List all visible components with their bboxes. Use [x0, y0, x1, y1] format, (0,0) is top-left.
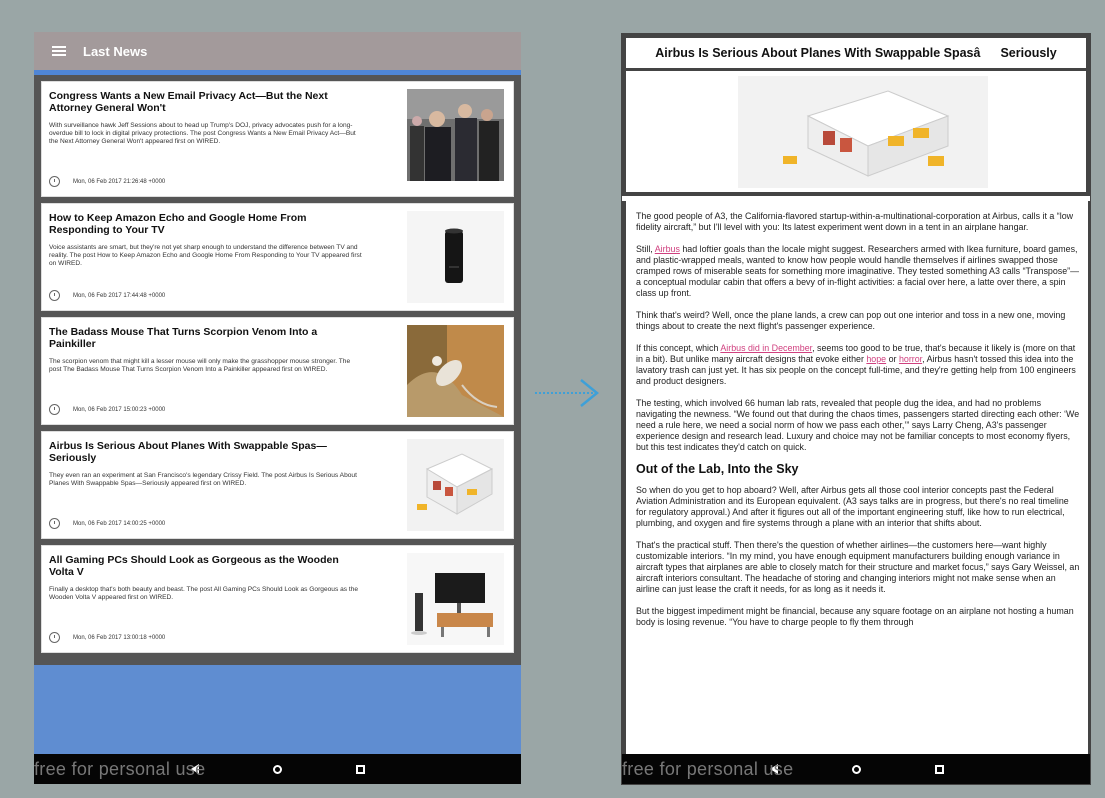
article-link[interactable]: hope: [866, 354, 886, 364]
news-feed[interactable]: Congress Wants a New Email Privacy Act—B…: [34, 70, 521, 665]
article-body[interactable]: The good people of A3, the California-fl…: [622, 201, 1090, 757]
article-paragraph: The testing, which involved 66 human lab…: [636, 398, 1080, 452]
news-card-title: How to Keep Amazon Echo and Google Home …: [49, 212, 307, 236]
news-card-date: Mon, 06 Feb 2017 13:00:18 +0000: [73, 634, 166, 641]
article-link[interactable]: horror: [899, 354, 922, 364]
transition-arrow-icon: [535, 379, 599, 407]
article-header: Airbus Is Serious About Planes With Swap…: [622, 34, 1090, 71]
news-card-thumbnail: [407, 89, 504, 181]
article-subheading: Out of the Lab, Into the Sky: [636, 462, 799, 476]
article-paragraph: The good people of A3, the California-fl…: [636, 211, 1074, 232]
news-card[interactable]: How to Keep Amazon Echo and Google Home …: [41, 203, 514, 311]
news-card-thumbnail: [407, 439, 504, 531]
article-hero: [622, 71, 1090, 196]
clock-icon: [49, 290, 60, 301]
news-card-description: With surveillance hawk Jeff Sessions abo…: [49, 122, 356, 145]
news-card-description: Finally a desktop that's both beauty and…: [49, 586, 359, 601]
news-card-title: The Badass Mouse That Turns Scorpion Ven…: [49, 326, 318, 350]
app-title: Last News: [83, 43, 148, 59]
article-link[interactable]: Airbus: [655, 244, 680, 254]
article-link[interactable]: Airbus did in December: [720, 343, 812, 353]
clock-icon: [49, 176, 60, 187]
recent-apps-icon[interactable]: [355, 764, 365, 774]
news-card-thumbnail: [407, 211, 504, 303]
news-card[interactable]: The Badass Mouse That Turns Scorpion Ven…: [41, 317, 514, 425]
news-card[interactable]: Congress Wants a New Email Privacy Act—B…: [41, 81, 514, 197]
news-card-title: All Gaming PCs Should Look as Gorgeous a…: [49, 554, 339, 578]
news-card-description: The scorpion venom that might kill a les…: [49, 358, 351, 373]
clock-icon: [49, 518, 60, 529]
news-card-date: Mon, 06 Feb 2017 15:00:23 +0000: [73, 406, 166, 413]
hamburger-menu-icon[interactable]: [52, 46, 66, 56]
news-card-title: Airbus Is Serious About Planes With Swap…: [49, 440, 327, 464]
news-card-date: Mon, 06 Feb 2017 17:44:48 +0000: [73, 292, 166, 299]
article-paragraph: Think that's weird? Well, once the plane…: [636, 310, 1066, 331]
article-paragraph: So when do you get to hop aboard? Well, …: [636, 485, 1069, 528]
news-card-meta: Mon, 06 Feb 2017 14:00:25 +0000: [49, 518, 165, 529]
news-card-description: They even ran an experiment at San Franc…: [49, 472, 357, 487]
news-card-title: Congress Wants a New Email Privacy Act—B…: [49, 90, 328, 114]
news-card-date: Mon, 06 Feb 2017 14:00:25 +0000: [73, 520, 166, 527]
article-paragraph: Still, Airbus had loftier goals than the…: [636, 244, 1079, 298]
news-card[interactable]: All Gaming PCs Should Look as Gorgeous a…: [41, 545, 514, 653]
news-card[interactable]: Airbus Is Serious About Planes With Swap…: [41, 431, 514, 539]
news-card-date: Mon, 06 Feb 2017 21:26:48 +0000: [73, 178, 166, 185]
news-card-thumbnail: [407, 325, 504, 417]
news-card-meta: Mon, 06 Feb 2017 17:44:48 +0000: [49, 290, 165, 301]
system-nav-bar: free for personal use: [34, 754, 521, 784]
news-card-meta: Mon, 06 Feb 2017 13:00:18 +0000: [49, 632, 165, 643]
news-card-thumbnail: [407, 553, 504, 645]
news-card-description: Voice assistants are smart, but they're …: [49, 244, 362, 267]
home-icon[interactable]: [272, 764, 282, 774]
system-nav-bar-right: free for personal use: [622, 754, 1090, 784]
article-title: Airbus Is Serious About Planes With Swap…: [655, 46, 1057, 60]
news-card-meta: Mon, 06 Feb 2017 21:26:48 +0000: [49, 176, 165, 187]
article-paragraph: But the biggest impediment might be fina…: [636, 606, 1074, 627]
article-detail-screen: Airbus Is Serious About Planes With Swap…: [621, 33, 1091, 785]
watermark: free for personal use: [622, 759, 794, 779]
app-bar: Last News: [34, 32, 521, 70]
news-card-meta: Mon, 06 Feb 2017 15:00:23 +0000: [49, 404, 165, 415]
clock-icon: [49, 632, 60, 643]
watermark: free for personal use: [34, 759, 206, 779]
cabin-module-image: [738, 76, 988, 188]
article-paragraph: That's the practical stuff. Then there's…: [636, 540, 1080, 594]
news-list-screen: Last News Congress Wants a New Email Pri…: [34, 32, 521, 784]
article-paragraph: If this concept, which Airbus did in Dec…: [636, 343, 1076, 386]
clock-icon: [49, 404, 60, 415]
home-icon[interactable]: [852, 764, 861, 774]
recent-apps-icon[interactable]: [935, 764, 944, 774]
